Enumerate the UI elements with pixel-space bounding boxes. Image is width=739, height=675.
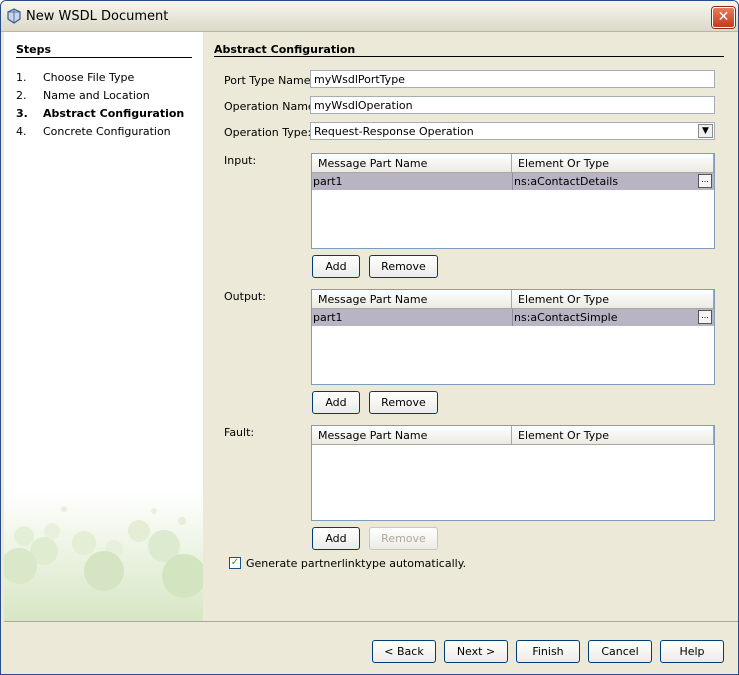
window-title: New WSDL Document: [26, 9, 169, 24]
section-title: Abstract Configuration: [214, 43, 356, 56]
abstract-configuration-panel: Abstract Configuration Port Type Name: m…: [203, 32, 738, 621]
close-icon: ✕: [717, 9, 730, 25]
step-abstract-configuration: 3. Abstract Configuration: [16, 107, 184, 120]
input-label: Input:: [224, 154, 257, 167]
steps-title: Steps: [16, 43, 52, 56]
step-name-and-location: 2. Name and Location: [16, 89, 150, 102]
step-label: Abstract Configuration: [43, 107, 185, 120]
table-row[interactable]: part1 ns:aContactSimple ...: [312, 309, 714, 326]
section-divider: [214, 56, 724, 57]
generate-partnerlinktype-label[interactable]: Generate partnerlinktype automatically.: [246, 557, 466, 570]
input-add-button[interactable]: Add: [312, 255, 360, 278]
fault-label: Fault:: [224, 426, 255, 439]
part-name-cell: part1: [313, 175, 343, 188]
column-header-message-part-name[interactable]: Message Part Name: [312, 154, 512, 173]
part-name-cell: part1: [313, 311, 343, 324]
column-header-element-or-type[interactable]: Element Or Type: [512, 154, 714, 173]
footer-divider: [4, 621, 738, 622]
output-add-button[interactable]: Add: [312, 391, 360, 414]
steps-divider: [16, 57, 192, 58]
checkmark-icon: ✓: [230, 557, 240, 568]
port-type-name-label: Port Type Name:: [224, 74, 315, 87]
column-header-message-part-name[interactable]: Message Part Name: [312, 290, 512, 309]
cell-divider: [512, 173, 513, 190]
wizard-window: New WSDL Document ✕ Steps 1. Choose File …: [0, 0, 739, 675]
port-type-name-field[interactable]: myWsdlPortType: [310, 70, 715, 88]
input-remove-button[interactable]: Remove: [369, 255, 438, 278]
step-concrete-configuration: 4. Concrete Configuration: [16, 125, 171, 138]
column-header-message-part-name[interactable]: Message Part Name: [312, 426, 512, 445]
operation-type-label: Operation Type:: [224, 126, 312, 139]
step-number: 1.: [16, 71, 27, 84]
step-choose-file-type: 1. Choose File Type: [16, 71, 134, 84]
output-table[interactable]: Message Part Name Element Or Type part1 …: [311, 289, 715, 385]
next-button[interactable]: Next >: [444, 640, 508, 663]
cell-divider: [512, 309, 513, 326]
steps-panel: Steps 1. Choose File Type 2. Name and Loca…: [4, 32, 203, 621]
wsdl-document-icon: [7, 8, 21, 24]
table-row[interactable]: part1 ns:aContactDetails ...: [312, 173, 714, 190]
finish-button[interactable]: Finish: [516, 640, 580, 663]
back-button[interactable]: < Back: [372, 640, 436, 663]
chevron-down-icon[interactable]: ▼: [698, 124, 713, 138]
operation-type-dropdown[interactable]: Request-Response Operation ▼: [310, 122, 715, 140]
input-table[interactable]: Message Part Name Element Or Type part1 …: [311, 153, 715, 249]
step-number: 3.: [16, 107, 28, 120]
column-header-element-or-type[interactable]: Element Or Type: [512, 426, 714, 445]
operation-type-value: Request-Response Operation: [314, 125, 474, 138]
step-label: Choose File Type: [43, 71, 135, 84]
operation-name-label: Operation Name:: [224, 100, 319, 113]
step-label: Concrete Configuration: [43, 125, 171, 138]
help-button[interactable]: Help: [660, 640, 724, 663]
fault-table[interactable]: Message Part Name Element Or Type: [311, 425, 715, 521]
output-remove-button[interactable]: Remove: [369, 391, 438, 414]
column-header-element-or-type[interactable]: Element Or Type: [512, 290, 714, 309]
title-bar: New WSDL Document ✕: [1, 1, 738, 32]
step-label: Name and Location: [43, 89, 150, 102]
step-number: 4.: [16, 125, 27, 138]
output-label: Output:: [224, 290, 266, 303]
cancel-button[interactable]: Cancel: [588, 640, 652, 663]
element-type-cell: ns:aContactSimple: [514, 311, 618, 324]
element-type-cell: ns:aContactDetails: [514, 175, 619, 188]
step-number: 2.: [16, 89, 27, 102]
browse-element-button[interactable]: ...: [698, 310, 712, 324]
generate-partnerlinktype-checkbox[interactable]: ✓: [229, 557, 241, 569]
browse-element-button[interactable]: ...: [698, 174, 712, 188]
close-button[interactable]: ✕: [712, 7, 735, 28]
operation-name-field[interactable]: myWsdlOperation: [310, 96, 715, 114]
fault-remove-button: Remove: [369, 527, 438, 550]
decorative-bubbles-image: [4, 491, 203, 621]
fault-add-button[interactable]: Add: [312, 527, 360, 550]
